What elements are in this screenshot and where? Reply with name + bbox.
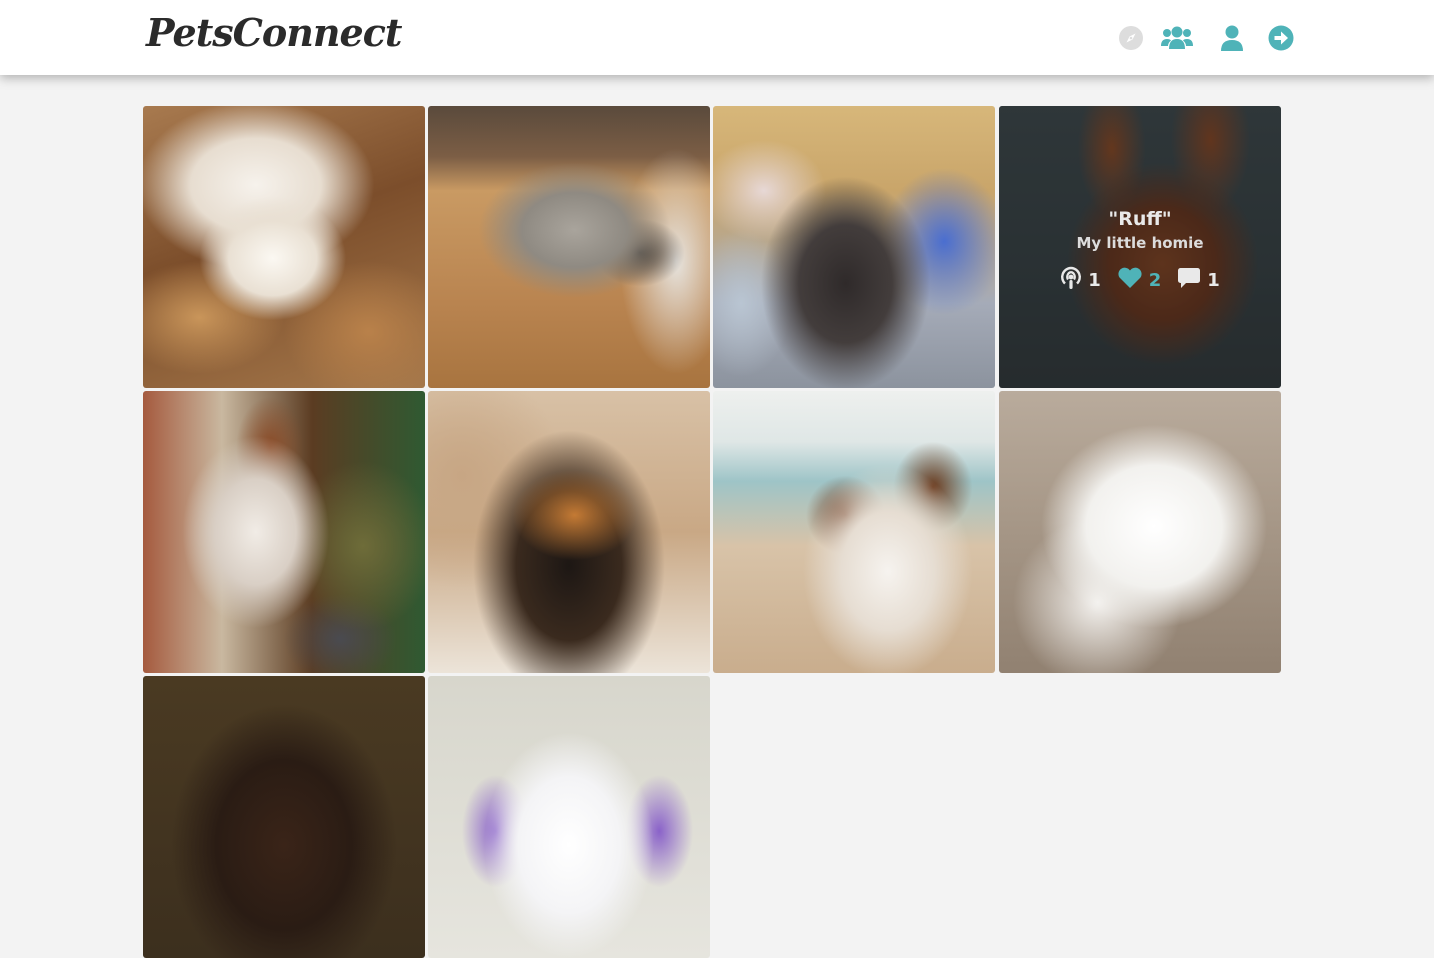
post-thumbnail[interactable] <box>143 391 425 673</box>
black-tan-dog-photo <box>428 391 710 673</box>
pet-name: "Ruff" <box>1108 207 1172 230</box>
post-thumbnail[interactable] <box>143 676 425 958</box>
shiba-photo <box>999 391 1281 673</box>
follows-stat: 1 <box>1060 266 1101 295</box>
post-hover-overlay: "Ruff" My little homie 1 2 1 <box>999 106 1281 388</box>
white-poodle-photo <box>428 676 710 958</box>
comment-icon[interactable] <box>1177 267 1201 294</box>
heart-icon[interactable] <box>1117 266 1143 295</box>
sign-out-icon[interactable] <box>1267 24 1295 52</box>
likes-count: 2 <box>1148 269 1162 291</box>
post-grid: "Ruff" My little homie 1 2 1 <box>143 106 1281 958</box>
compass-icon[interactable] <box>1117 24 1145 52</box>
podcast-icon <box>1060 266 1082 295</box>
spaniel-photo <box>143 676 425 958</box>
post-thumbnail[interactable] <box>428 391 710 673</box>
post-caption: My little homie <box>1076 233 1204 252</box>
likes-stat[interactable]: 2 <box>1117 266 1162 295</box>
post-stats: 1 2 1 <box>1060 266 1220 295</box>
post-thumbnail[interactable] <box>428 106 710 388</box>
users-icon[interactable] <box>1160 24 1194 52</box>
brand-logo[interactable]: PetsConnect <box>146 10 402 55</box>
poodle-photo <box>713 106 995 388</box>
navbar: PetsConnect <box>0 0 1434 75</box>
post-thumbnail[interactable] <box>999 391 1281 673</box>
post-thumbnail[interactable] <box>428 676 710 958</box>
comments-stat[interactable]: 1 <box>1177 266 1220 295</box>
aussie-photo <box>713 391 995 673</box>
post-thumbnail[interactable] <box>713 106 995 388</box>
bulldog-photo <box>143 106 425 388</box>
post-thumbnail-hovered[interactable]: "Ruff" My little homie 1 2 1 <box>999 106 1281 388</box>
follows-count: 1 <box>1088 269 1101 291</box>
grey-dog-photo <box>428 106 710 388</box>
comments-count: 1 <box>1207 269 1220 291</box>
hound-photo <box>143 391 425 673</box>
post-thumbnail[interactable] <box>713 391 995 673</box>
user-icon[interactable] <box>1218 24 1246 52</box>
post-thumbnail[interactable] <box>143 106 425 388</box>
